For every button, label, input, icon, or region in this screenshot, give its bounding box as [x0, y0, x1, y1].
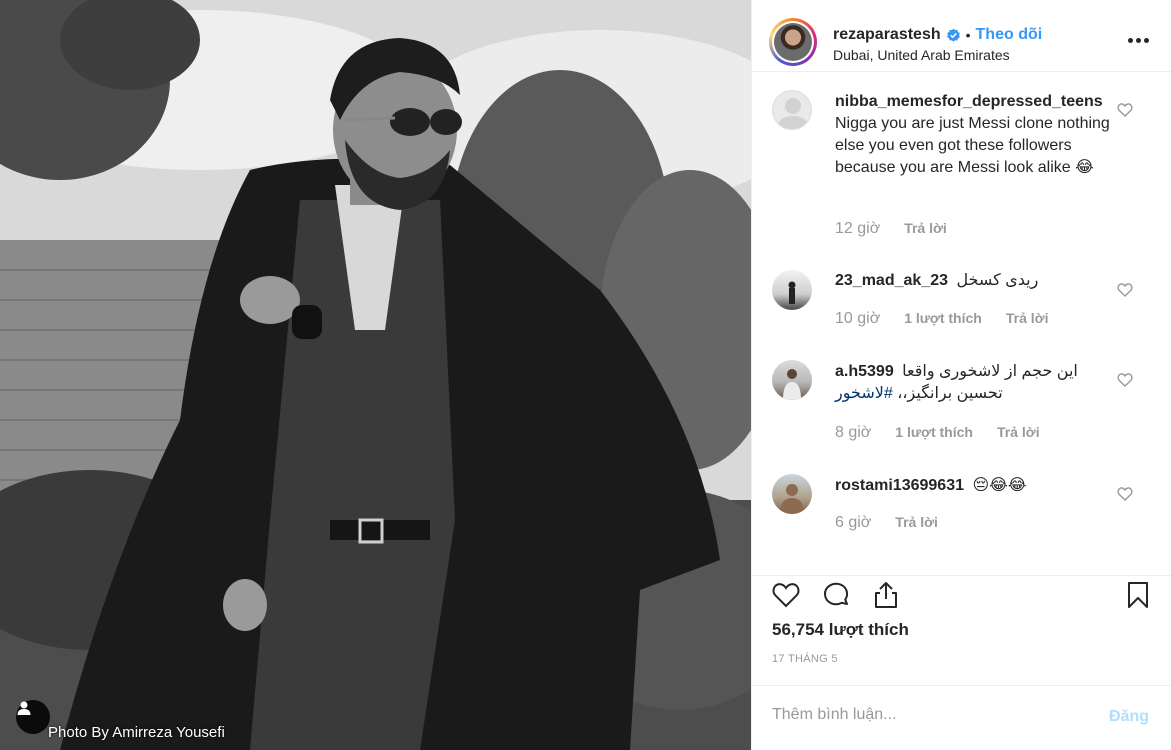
verified-badge-icon [946, 28, 960, 42]
profile-photo-icon [783, 369, 801, 400]
commenter-avatar[interactable] [772, 360, 812, 400]
tagged-user-button[interactable] [16, 700, 50, 734]
post-side-panel: rezaparastesh • Theo dõi Dubai, United A… [751, 0, 1171, 750]
comment-username[interactable]: a.h5399 [835, 363, 894, 380]
post-date[interactable]: 17 THÁNG 5 [772, 653, 838, 665]
comment-time[interactable]: 12 giờ [835, 220, 880, 238]
comment-text: 😔😂😂 [972, 477, 1027, 494]
more-options-button[interactable] [1128, 38, 1149, 43]
default-avatar-icon [777, 98, 809, 129]
owner-username[interactable]: rezaparastesh [833, 26, 941, 44]
comment-username[interactable]: 23_mad_ak_23 [835, 272, 948, 289]
reply-button[interactable]: Trả lời [997, 424, 1040, 440]
owner-avatar[interactable] [769, 18, 817, 66]
comment-meta: 10 giờ 1 lượt thích Trả lời [835, 310, 1048, 328]
post-location[interactable]: Dubai, United Arab Emirates [833, 47, 1010, 63]
more-dot-icon [1128, 38, 1133, 43]
reply-button[interactable]: Trả lời [1006, 310, 1049, 326]
comment-body: a.h5399 این حجم از لاشخوری واقعا تحسین ب… [835, 361, 1110, 405]
comment-like-heart-icon[interactable] [1117, 486, 1133, 502]
commenter-avatar[interactable] [772, 90, 812, 130]
commenter-avatar[interactable] [772, 270, 812, 310]
like-heart-icon[interactable] [771, 580, 801, 610]
separator-dot: • [965, 27, 971, 43]
comment-meta: 6 giờ Trả lời [835, 514, 938, 532]
comment-body: 23_mad_ak_23 ریدی کسخل [835, 270, 1110, 292]
add-comment-bar: Đăng [752, 685, 1171, 750]
add-comment-input[interactable] [772, 706, 1072, 724]
follow-button[interactable]: Theo dõi [976, 26, 1043, 44]
save-bookmark-icon[interactable] [1123, 580, 1153, 610]
commenter-avatar[interactable] [772, 474, 812, 514]
reply-button[interactable]: Trả lời [904, 220, 947, 236]
comments-list[interactable]: nibba_memesfor_depressed_teens Nigga you… [752, 73, 1171, 575]
comment-like-heart-icon[interactable] [1117, 372, 1133, 388]
profile-photo-icon [788, 281, 796, 304]
photo-credit: Photo By Amirreza Yousefi [48, 724, 225, 741]
user-icon [17, 701, 31, 715]
comment-text: این حجم از لاشخوری واقعا تحسین برانگیز،، [897, 363, 1078, 402]
profile-photo-icon [780, 484, 804, 514]
post-header: rezaparastesh • Theo dõi Dubai, United A… [752, 0, 1171, 72]
comment-likes-count[interactable]: 1 lượt thích [895, 424, 973, 440]
post-actions: 56,754 lượt thích 17 THÁNG 5 [752, 575, 1171, 685]
share-icon[interactable] [871, 580, 901, 610]
comment-meta: 12 giờ Trả lời [835, 220, 947, 238]
comment-username[interactable]: rostami13699631 [835, 477, 964, 494]
comment-like-heart-icon[interactable] [1117, 282, 1133, 298]
more-dot-icon [1136, 38, 1141, 43]
comment-username[interactable]: nibba_memesfor_depressed_teens [835, 93, 1103, 110]
reply-button[interactable]: Trả lời [895, 514, 938, 530]
comment-text: Nigga you are just Messi clone nothing e… [835, 115, 1110, 176]
comment-likes-count[interactable]: 1 lượt thích [904, 310, 982, 326]
comment-body: nibba_memesfor_depressed_teens Nigga you… [835, 91, 1110, 179]
photo-illustration [0, 0, 751, 750]
comment-meta: 8 giờ 1 lượt thích Trả lời [835, 424, 1040, 442]
comment-hashtag[interactable]: #لاشخور [835, 385, 893, 402]
more-dot-icon [1144, 38, 1149, 43]
post-photo[interactable]: Photo By Amirreza Yousefi [0, 0, 751, 750]
comment-bubble-icon[interactable] [821, 580, 851, 610]
comment-time[interactable]: 6 giờ [835, 514, 871, 532]
comment-like-heart-icon[interactable] [1117, 102, 1133, 118]
post-comment-button[interactable]: Đăng [1109, 708, 1149, 726]
comment-body: rostami13699631 😔😂😂 [835, 475, 1110, 497]
owner-line: rezaparastesh • Theo dõi [833, 26, 1042, 44]
comment-time[interactable]: 8 giờ [835, 424, 871, 442]
comment-text: ریدی کسخل [956, 272, 1039, 289]
likes-count[interactable]: 56,754 lượt thích [772, 620, 909, 640]
comment-time[interactable]: 10 giờ [835, 310, 880, 328]
